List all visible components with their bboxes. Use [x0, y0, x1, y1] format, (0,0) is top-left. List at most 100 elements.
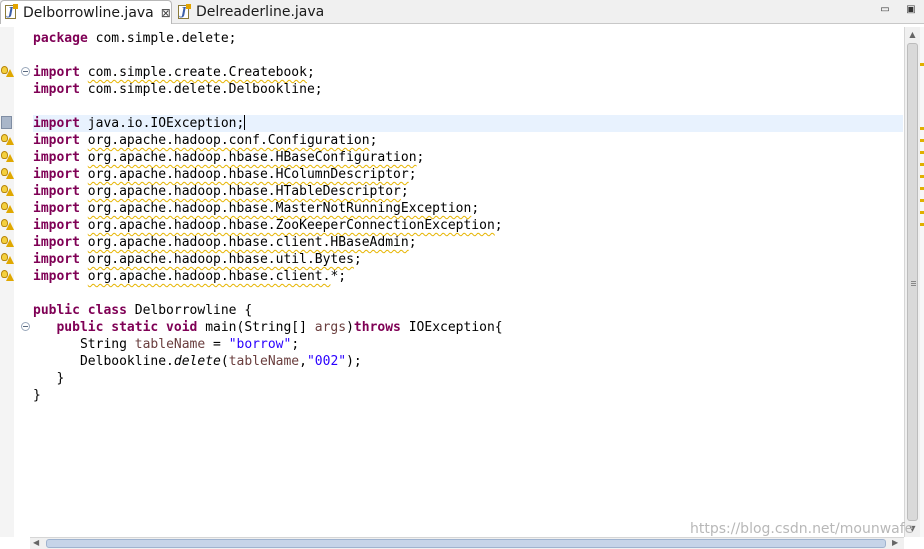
warning-overview-mark[interactable] — [920, 139, 924, 142]
code-text: Delbookline. — [79, 354, 174, 369]
vertical-scroll-thumb[interactable] — [907, 43, 918, 521]
code-line: String tableName = "borrow"; — [33, 336, 903, 353]
code-editor[interactable]: package com.simple.delete; import com.si… — [0, 27, 924, 549]
keyword: public static void — [56, 320, 198, 335]
local-variable: tableName — [134, 337, 206, 352]
import-path: org.apache.hadoop.hbase.ZooKeeperConnect… — [87, 218, 495, 233]
warning-overview-mark[interactable] — [920, 63, 924, 66]
warning-marker-icon[interactable] — [1, 184, 14, 196]
warning-marker-icon[interactable] — [1, 269, 14, 281]
code-text: ; — [291, 337, 300, 352]
warning-overview-mark[interactable] — [920, 151, 924, 154]
tab-label: Delborrowline.java — [23, 4, 154, 21]
keyword: import — [33, 116, 80, 131]
warning-overview-mark[interactable] — [920, 187, 924, 190]
minimize-icon[interactable]: ▭ — [878, 3, 892, 17]
keyword: import — [33, 65, 80, 80]
code-line: Delbookline.delete(tableName,"002"); — [33, 353, 903, 370]
warning-marker-icon[interactable] — [1, 252, 14, 264]
warning-overview-mark[interactable] — [920, 199, 924, 202]
warning-marker-icon[interactable] — [1, 150, 14, 162]
maximize-icon[interactable]: ▣ — [904, 3, 918, 17]
warning-overview-mark[interactable] — [920, 175, 924, 178]
close-tab-icon[interactable]: ⊠ — [161, 6, 171, 20]
scroll-right-icon[interactable]: ▶ — [892, 538, 898, 548]
text-caret — [244, 115, 246, 130]
annotation-ruler — [0, 27, 14, 537]
code-text: ; — [306, 65, 315, 80]
code-line: import org.apache.hadoop.hbase.HBaseConf… — [33, 149, 903, 166]
horizontal-scroll-thumb[interactable] — [46, 539, 886, 548]
keyword: import — [33, 218, 80, 233]
code-line: import org.apache.hadoop.hbase.HTableDes… — [33, 183, 903, 200]
code-line: import org.apache.hadoop.hbase.ZooKeeper… — [33, 217, 903, 234]
code-line: import org.apache.hadoop.hbase.client.*; — [33, 268, 903, 285]
code-text: ; — [369, 133, 378, 148]
code-text: com.simple.delete.Delbookline; — [79, 82, 323, 97]
code-line: import org.apache.hadoop.hbase.client.HB… — [33, 234, 903, 251]
code-text: com.simple.delete; — [87, 31, 237, 46]
warning-marker-icon[interactable] — [1, 235, 14, 247]
tab-delreaderline[interactable]: J Delreaderline.java — [174, 0, 334, 24]
import-path: org.apache.hadoop.hbase.client. — [87, 269, 331, 284]
warning-marker-icon[interactable] — [1, 133, 14, 145]
code-line: import org.apache.hadoop.hbase.HColumnDe… — [33, 166, 903, 183]
warning-marker-icon[interactable] — [1, 167, 14, 179]
keyword: import — [33, 133, 80, 148]
code-line: } — [33, 370, 903, 387]
import-path: org.apache.hadoop.hbase.HColumnDescripto… — [87, 167, 409, 182]
string-literal: "borrow" — [228, 337, 292, 352]
code-text: Delborrowline { — [126, 303, 253, 318]
import-path: org.apache.hadoop.conf.Configuration — [87, 133, 370, 148]
import-path: org.apache.hadoop.hbase.HBaseConfigurati… — [87, 150, 417, 165]
code-line: import org.apache.hadoop.hbase.MasterNot… — [33, 200, 903, 217]
code-area[interactable]: package com.simple.delete; import com.si… — [33, 27, 903, 537]
keyword: import — [33, 252, 80, 267]
warning-overview-mark[interactable] — [920, 211, 924, 214]
collapse-imports-icon[interactable] — [21, 67, 30, 76]
scroll-left-icon[interactable]: ◀ — [33, 538, 39, 548]
tab-label: Delreaderline.java — [196, 4, 325, 20]
warning-marker-icon[interactable] — [1, 218, 14, 230]
keyword: import — [33, 269, 80, 284]
horizontal-scrollbar[interactable]: ◀ ▶ — [30, 537, 904, 549]
tab-delborrowline[interactable]: J Delborrowline.java ⊠ — [0, 0, 172, 24]
scroll-up-icon[interactable]: ▲ — [907, 29, 918, 40]
keyword: throws — [353, 320, 401, 335]
code-line: import org.apache.hadoop.hbase.util.Byte… — [33, 251, 903, 268]
warning-marker-icon[interactable] — [1, 65, 14, 77]
collapse-method-icon[interactable] — [21, 322, 30, 331]
keyword: import — [33, 167, 80, 182]
import-path: org.apache.hadoop.hbase.util.Bytes — [87, 252, 354, 267]
java-file-icon: J — [5, 4, 18, 20]
warning-marker-icon[interactable] — [1, 201, 14, 213]
keyword: import — [33, 201, 80, 216]
warning-overview-mark[interactable] — [920, 127, 924, 130]
import-path: com.simple.create.Createbook — [87, 65, 307, 80]
warning-overview-mark[interactable] — [920, 163, 924, 166]
code-text: ); — [346, 354, 362, 369]
code-line: package com.simple.delete; — [33, 30, 903, 47]
code-text: ( — [220, 354, 229, 369]
string-literal: "002" — [306, 354, 347, 369]
code-text: ) — [346, 320, 354, 335]
code-text: main(String[] — [197, 320, 315, 335]
grip-line — [911, 283, 916, 284]
overview-ruler[interactable] — [920, 27, 924, 537]
warning-overview-mark[interactable] — [920, 223, 924, 226]
method-call: delete — [173, 354, 221, 369]
code-line: public class Delborrowline { — [33, 302, 903, 319]
import-path: org.apache.hadoop.hbase.MasterNotRunning… — [87, 201, 472, 216]
code-text: ; — [353, 252, 362, 267]
vertical-scrollbar[interactable]: ▲ ▼ — [904, 27, 920, 537]
local-variable: tableName — [228, 354, 300, 369]
code-text: } — [33, 371, 65, 386]
parameter: args — [314, 320, 347, 335]
